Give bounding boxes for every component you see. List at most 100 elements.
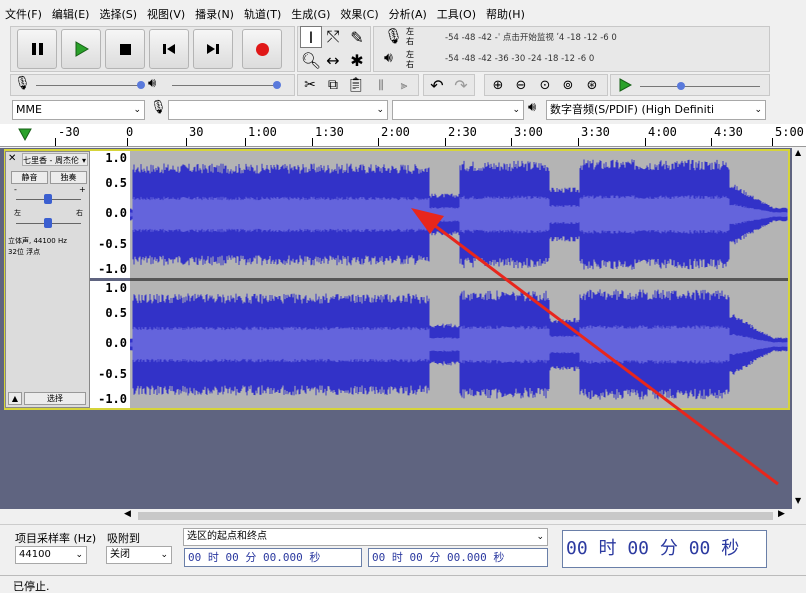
selection-start-time[interactable]: 00 时 00 分 00.000 秒 [184,548,362,567]
select-track-button[interactable]: 选择 [24,392,86,405]
paste-button[interactable]: 📋︎ [345,74,367,96]
multi-tool[interactable]: ✱ [346,49,368,71]
speed-thumb[interactable] [677,82,685,90]
selection-end-time[interactable]: 00 时 00 分 00.000 秒 [368,548,548,567]
waveform-left-channel[interactable] [129,151,788,278]
fit-project-button[interactable]: ⊚ [557,74,579,96]
selection-tool[interactable]: I [300,26,322,48]
solo-button[interactable]: 独奏 [50,171,87,184]
ruler-tick [245,138,246,146]
menu-item-8[interactable]: 分析(A) [384,6,432,24]
zoom-in-button[interactable]: ⊕ [487,74,509,96]
scale-label: 0.5 [105,176,127,190]
scroll-right-icon[interactable]: ▶ [778,509,785,519]
ruler-label: 4:00 [648,125,677,139]
fit-selection-button[interactable]: ⊙ [534,74,556,96]
recording-device-select[interactable]: ⌄ [168,100,388,120]
ruler-label: 2:00 [381,125,410,139]
vertical-scrollbar[interactable]: ▲ ▼ [792,148,806,509]
snap-to-select[interactable]: 关闭 ⌄ [106,546,172,564]
zoom-tool[interactable]: 🔍︎ [300,49,322,71]
horizontal-scrollbar[interactable]: ◀ ▶ [120,509,792,523]
collapse-track-button[interactable]: ▲ [8,392,22,405]
mic-icon[interactable]: 🎙︎ [384,27,403,45]
recording-channels-select[interactable]: ⌄ [392,100,524,120]
ruler-label: 3:00 [514,125,543,139]
play-at-speed-icon[interactable] [618,78,632,92]
menu-item-9[interactable]: 工具(O) [432,6,481,24]
timeline-play-icon[interactable] [17,127,33,143]
waveform-right-channel[interactable] [129,281,788,408]
gain-thumb[interactable] [44,194,52,204]
draw-tool[interactable]: ✎ [346,26,368,48]
menu-item-0[interactable]: 文件(F) [0,6,47,24]
zoom-out-button[interactable]: ⊖ [510,74,532,96]
scale-label: 0.0 [105,206,127,220]
cut-button[interactable]: ✂ [299,74,321,96]
menu-item-5[interactable]: 轨道(T) [239,6,286,24]
track-info-bits: 32位 浮点 [8,248,41,256]
playback-device-icon: 🔊︎ [528,100,537,115]
track-close-button[interactable]: ✕ [8,153,20,165]
ruler-tick [445,138,446,146]
playback-volume-thumb[interactable] [273,81,281,89]
play-button[interactable] [61,29,101,69]
selection-mode-select[interactable]: 选区的起点和终点 ⌄ [183,528,548,546]
menu-item-1[interactable]: 编辑(E) [47,6,95,24]
record-volume-thumb[interactable] [137,81,145,89]
ruler-tick [378,138,379,146]
redo-button[interactable]: ↷ [450,74,472,96]
ruler-label: 2:30 [448,125,477,139]
menu-item-3[interactable]: 视图(V) [142,6,190,24]
audio-host-select[interactable]: MME ⌄ [12,100,145,120]
horizontal-scroll-thumb[interactable] [138,512,773,520]
timeshift-tool[interactable]: ↔ [322,49,344,71]
track-name-button[interactable]: 七里香 - 周杰伦 ▾ [22,153,88,166]
undo-button[interactable]: ↶ [426,74,448,96]
timeline-ruler[interactable]: -30 0 30 1:00 1:30 2:00 2:30 3:00 3:30 4:00 4:30 5:… [0,124,806,147]
ruler-tick [312,138,313,146]
chevron-down-icon: ⌄ [160,550,168,560]
record-button[interactable] [242,29,282,69]
stop-button[interactable] [105,29,145,69]
snap-to-label: 吸附到 [107,532,140,545]
menu-item-6[interactable]: 生成(G) [286,6,335,24]
play-icon [75,41,89,57]
speaker-icon[interactable]: 🔊︎ [384,50,393,66]
mute-button[interactable]: 静音 [11,171,48,184]
menu-item-10[interactable]: 帮助(H) [481,6,530,24]
scroll-left-icon[interactable]: ◀ [124,509,131,519]
copy-button[interactable]: ⧉ [322,74,344,96]
ruler-label: 0 [126,125,134,139]
recording-device-icon: 🎙︎ [150,100,167,115]
playback-device-select[interactable]: 数字音频(S/PDIF) (High Definiti ⌄ [546,100,766,120]
menu-item-7[interactable]: 效果(C) [335,6,383,24]
chevron-down-icon: ▾ [81,156,86,165]
scroll-down-icon[interactable]: ▼ [795,496,801,505]
zoom-toggle-button[interactable]: ⊛ [581,74,603,96]
record-volume-slider[interactable] [36,85,144,86]
trim-button[interactable]: ⫼ [370,74,392,96]
pause-button[interactable] [17,29,57,69]
ruler-label: 1:00 [248,125,277,139]
menu-item-4[interactable]: 播录(N) [190,6,239,24]
ruler-tick [511,138,512,146]
ruler-label: -30 [58,125,80,139]
pan-right-label: 右 [76,209,83,217]
scroll-up-icon[interactable]: ▲ [795,148,801,157]
pan-thumb[interactable] [44,218,52,228]
envelope-tool[interactable]: ⤲ [322,26,344,48]
skip-start-button[interactable] [149,29,189,69]
skip-end-button[interactable] [193,29,233,69]
record-meter[interactable]: -54 -48 -42 -ˈ 点击开始监视 ʹ4 -18 -12 -6 0 [445,31,617,43]
playback-meter[interactable]: -54 -48 -42 -36 -30 -24 -18 -12 -6 0 [445,54,594,64]
menu-item-2[interactable]: 选择(S) [94,6,142,24]
silence-button[interactable]: ⫸ [393,74,415,96]
project-rate-label: 项目采样率 (Hz) [15,532,97,545]
pause-icon [31,43,43,55]
playback-volume-slider[interactable] [172,85,280,86]
project-rate-select[interactable]: 44100 ⌄ [15,546,87,564]
audio-position-time[interactable]: 00 时 00 分 00 秒 [562,530,767,568]
scale-label: 0.5 [105,306,127,320]
speed-slider[interactable] [640,86,760,87]
